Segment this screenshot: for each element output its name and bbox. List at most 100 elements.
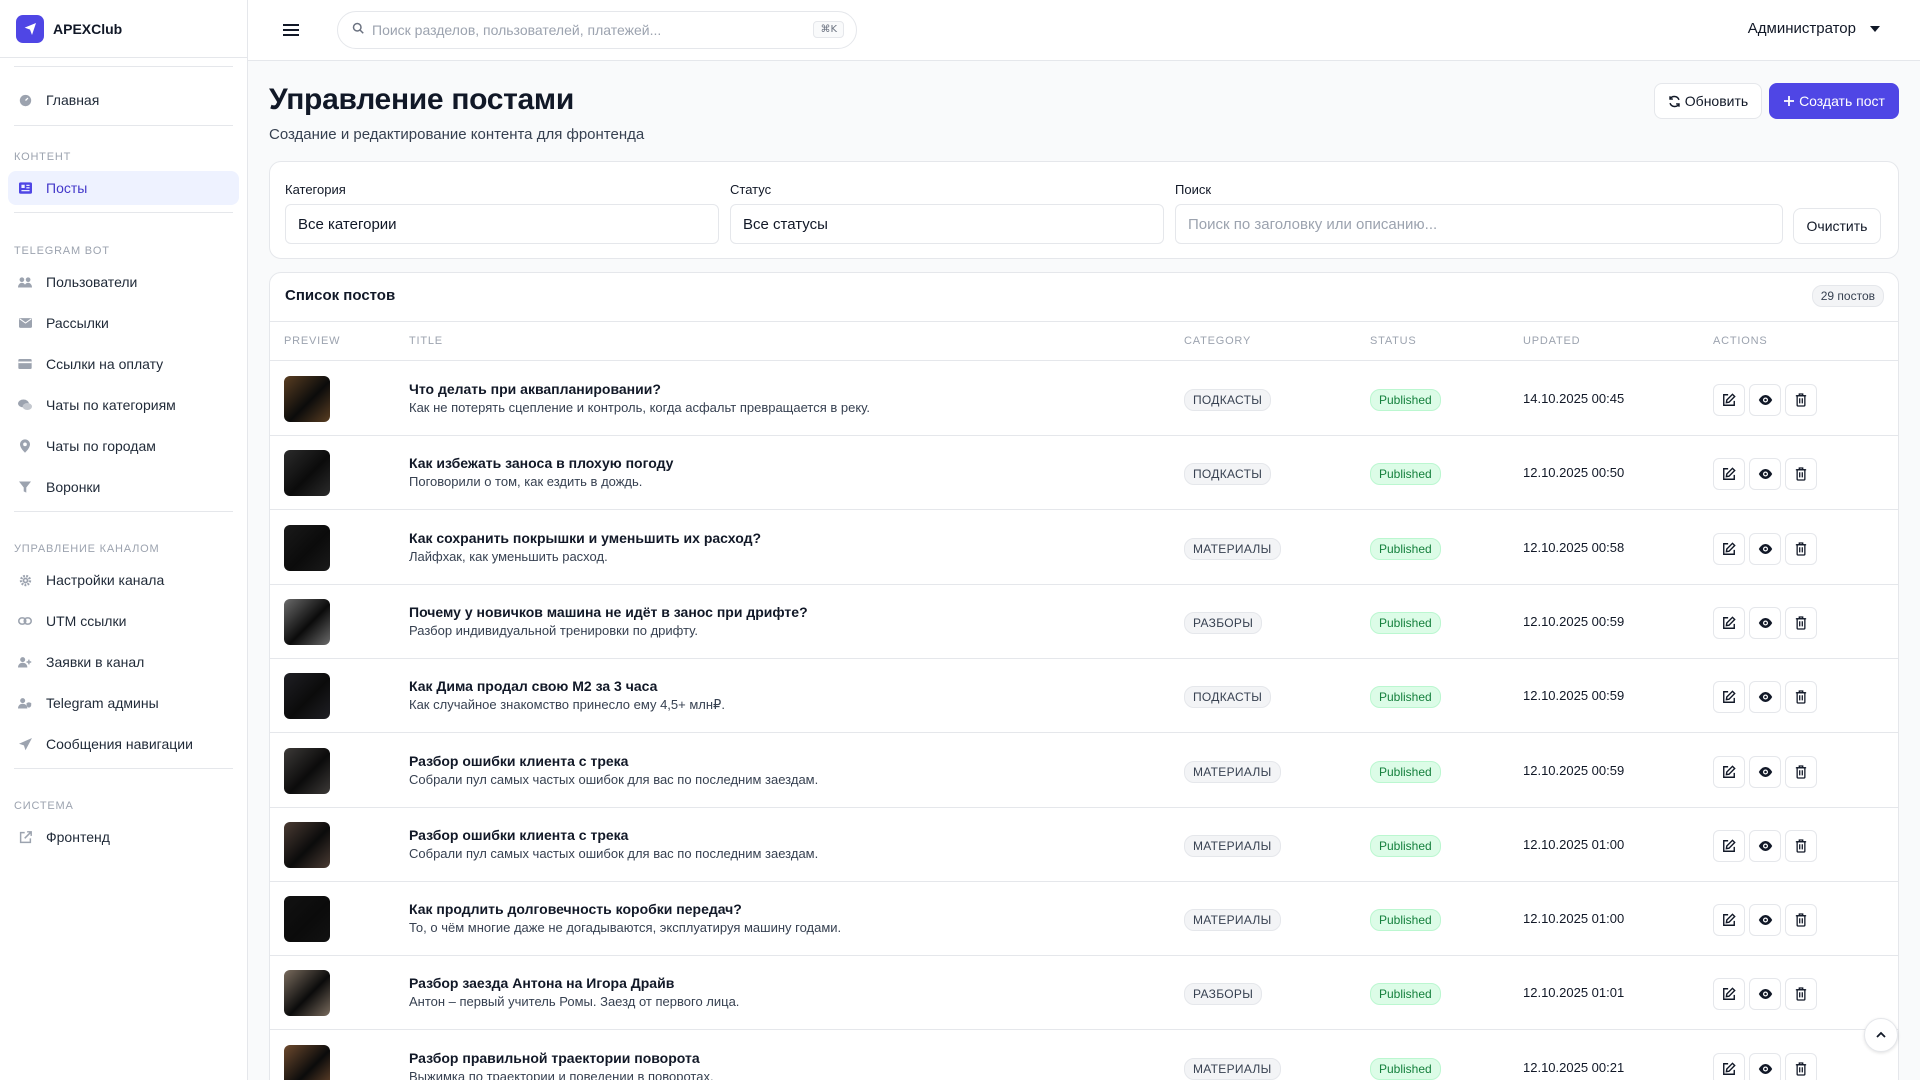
global-search[interactable]: ⌘K xyxy=(337,11,857,49)
sidebar-item-label: Сообщения навигации xyxy=(46,736,193,752)
edit-button[interactable] xyxy=(1713,829,1745,862)
post-title[interactable]: Разбор ошибки клиента с трека xyxy=(409,827,628,843)
post-title[interactable]: Почему у новичков машина не идёт в занос… xyxy=(409,604,808,620)
main-content: Управление постами Создание и редактиров… xyxy=(248,61,1920,1080)
post-title[interactable]: Как сохранить покрышки и уменьшить их ра… xyxy=(409,530,761,546)
table-row[interactable]: Разбор ошибки клиента с трека Собрали пу… xyxy=(270,808,1898,882)
sidebar-item-frontend[interactable]: Фронтенд xyxy=(8,820,239,854)
category-badge: РАЗБОРЫ xyxy=(1184,983,1263,1006)
scroll-to-top-button[interactable] xyxy=(1864,1018,1898,1052)
category-badge: МАТЕРИАЛЫ xyxy=(1184,834,1281,857)
table-row[interactable]: Как сохранить покрышки и уменьшить их ра… xyxy=(270,511,1898,585)
edit-button[interactable] xyxy=(1713,978,1745,1011)
category-select[interactable]: Все категории xyxy=(285,204,719,244)
post-preview-thumbnail[interactable] xyxy=(284,747,330,794)
sidebar-item-telegram-admins[interactable]: Telegram админы xyxy=(8,686,239,720)
brand[interactable]: APEXClub xyxy=(0,0,247,58)
view-button[interactable] xyxy=(1749,681,1781,714)
delete-button[interactable] xyxy=(1785,458,1817,491)
post-preview-thumbnail[interactable] xyxy=(284,598,330,645)
create-post-button[interactable]: Создать пост xyxy=(1769,83,1899,119)
view-button[interactable] xyxy=(1749,978,1781,1011)
post-title[interactable]: Что делать при аквапланировании? xyxy=(409,381,661,397)
view-button[interactable] xyxy=(1749,1052,1781,1080)
post-preview-thumbnail[interactable] xyxy=(284,821,330,868)
view-button[interactable] xyxy=(1749,384,1781,416)
sidebar-item-navigation-messages[interactable]: Сообщения навигации xyxy=(8,727,239,761)
post-title[interactable]: Разбор ошибки клиента с трека xyxy=(409,753,628,769)
table-row[interactable]: Почему у новичков машина не идёт в занос… xyxy=(270,585,1898,659)
sidebar-item-channel-settings[interactable]: Настройки канала xyxy=(8,563,239,597)
table-row[interactable]: Разбор правильной траектории поворота Вы… xyxy=(270,1031,1898,1080)
table-row[interactable]: Как продлить долговечность коробки перед… xyxy=(270,882,1898,957)
post-preview-thumbnail[interactable] xyxy=(284,896,330,943)
post-preview-thumbnail[interactable] xyxy=(284,376,330,422)
view-button[interactable] xyxy=(1749,755,1781,788)
post-description: Собрали пул самых частых ошибок для вас … xyxy=(409,845,819,861)
sidebar-item-mailings[interactable]: Рассылки xyxy=(8,306,239,340)
post-title[interactable]: Как продлить долговечность коробки перед… xyxy=(409,901,742,917)
edit-button[interactable] xyxy=(1713,904,1745,937)
eye-icon xyxy=(1758,840,1772,851)
post-preview-thumbnail[interactable] xyxy=(284,524,330,571)
delete-button[interactable] xyxy=(1785,829,1817,862)
table-row[interactable]: Разбор заезда Антона на Игора Драйв Анто… xyxy=(270,956,1898,1031)
user-menu[interactable]: Администратор xyxy=(1748,20,1880,37)
column-header-title[interactable]: Title xyxy=(409,335,443,347)
post-search-input[interactable] xyxy=(1175,204,1783,244)
post-title[interactable]: Разбор правильной траектории поворота xyxy=(409,1050,700,1066)
sidebar-item-channel-requests[interactable]: Заявки в канал xyxy=(8,645,239,679)
delete-button[interactable] xyxy=(1785,1052,1817,1080)
sidebar-item-users[interactable]: Пользователи xyxy=(8,265,239,299)
edit-button[interactable] xyxy=(1713,681,1745,714)
post-title[interactable]: Как избежать заноса в плохую погоду xyxy=(409,455,673,471)
view-button[interactable] xyxy=(1749,606,1781,639)
global-search-input[interactable] xyxy=(372,22,802,38)
delete-button[interactable] xyxy=(1785,904,1817,937)
user-plus-icon xyxy=(18,655,32,669)
sidebar-item-posts[interactable]: Посты xyxy=(8,171,239,205)
edit-button[interactable] xyxy=(1713,606,1745,639)
trash-icon xyxy=(1795,690,1807,704)
edit-button[interactable] xyxy=(1713,755,1745,788)
edit-button[interactable] xyxy=(1713,1052,1745,1080)
column-header-category[interactable]: Category xyxy=(1184,335,1251,347)
delete-button[interactable] xyxy=(1785,384,1817,416)
column-header-updated[interactable]: Updated xyxy=(1523,335,1580,347)
sidebar-item-funnels[interactable]: Воронки xyxy=(8,470,239,504)
view-button[interactable] xyxy=(1749,458,1781,491)
edit-button[interactable] xyxy=(1713,458,1745,491)
post-preview-thumbnail[interactable] xyxy=(284,450,330,497)
delete-button[interactable] xyxy=(1785,755,1817,788)
delete-button[interactable] xyxy=(1785,606,1817,639)
table-row[interactable]: Разбор ошибки клиента с трека Собрали пу… xyxy=(270,734,1898,808)
table-row[interactable]: Как Дима продал свою M2 за 3 часа Как сл… xyxy=(270,659,1898,734)
delete-button[interactable] xyxy=(1785,978,1817,1011)
edit-button[interactable] xyxy=(1713,532,1745,565)
view-button[interactable] xyxy=(1749,532,1781,565)
clear-filters-button[interactable]: Очистить xyxy=(1793,208,1881,244)
post-title[interactable]: Разбор заезда Антона на Игора Драйв xyxy=(409,975,674,991)
sidebar-item-city-chats[interactable]: Чаты по городам xyxy=(8,429,239,463)
sidebar-item-utm-links[interactable]: UTM ссылки xyxy=(8,604,239,638)
refresh-button[interactable]: Обновить xyxy=(1654,83,1762,119)
sidebar-item-category-chats[interactable]: Чаты по категориям xyxy=(8,388,239,422)
table-row[interactable]: Что делать при аквапланировании? Как не … xyxy=(270,362,1898,436)
sidebar-item-home[interactable]: Главная xyxy=(8,83,239,117)
post-preview-thumbnail[interactable] xyxy=(284,673,330,720)
nav-section-title: Telegram Bot xyxy=(14,245,110,257)
post-preview-thumbnail[interactable] xyxy=(284,1044,330,1080)
post-preview-thumbnail[interactable] xyxy=(284,970,330,1017)
edit-button[interactable] xyxy=(1713,384,1745,416)
view-button[interactable] xyxy=(1749,904,1781,937)
view-button[interactable] xyxy=(1749,829,1781,862)
post-title[interactable]: Как Дима продал свою M2 за 3 часа xyxy=(409,678,657,694)
updated-timestamp: 12.10.2025 00:50 xyxy=(1523,465,1625,481)
delete-button[interactable] xyxy=(1785,681,1817,714)
delete-button[interactable] xyxy=(1785,532,1817,565)
table-row[interactable]: Как избежать заноса в плохую погоду Пого… xyxy=(270,436,1898,511)
status-select[interactable]: Все статусы xyxy=(730,204,1164,244)
menu-toggle-icon[interactable] xyxy=(280,19,302,41)
sidebar-item-payment-links[interactable]: Ссылки на оплату xyxy=(8,347,239,381)
column-header-status[interactable]: Status xyxy=(1370,335,1417,347)
